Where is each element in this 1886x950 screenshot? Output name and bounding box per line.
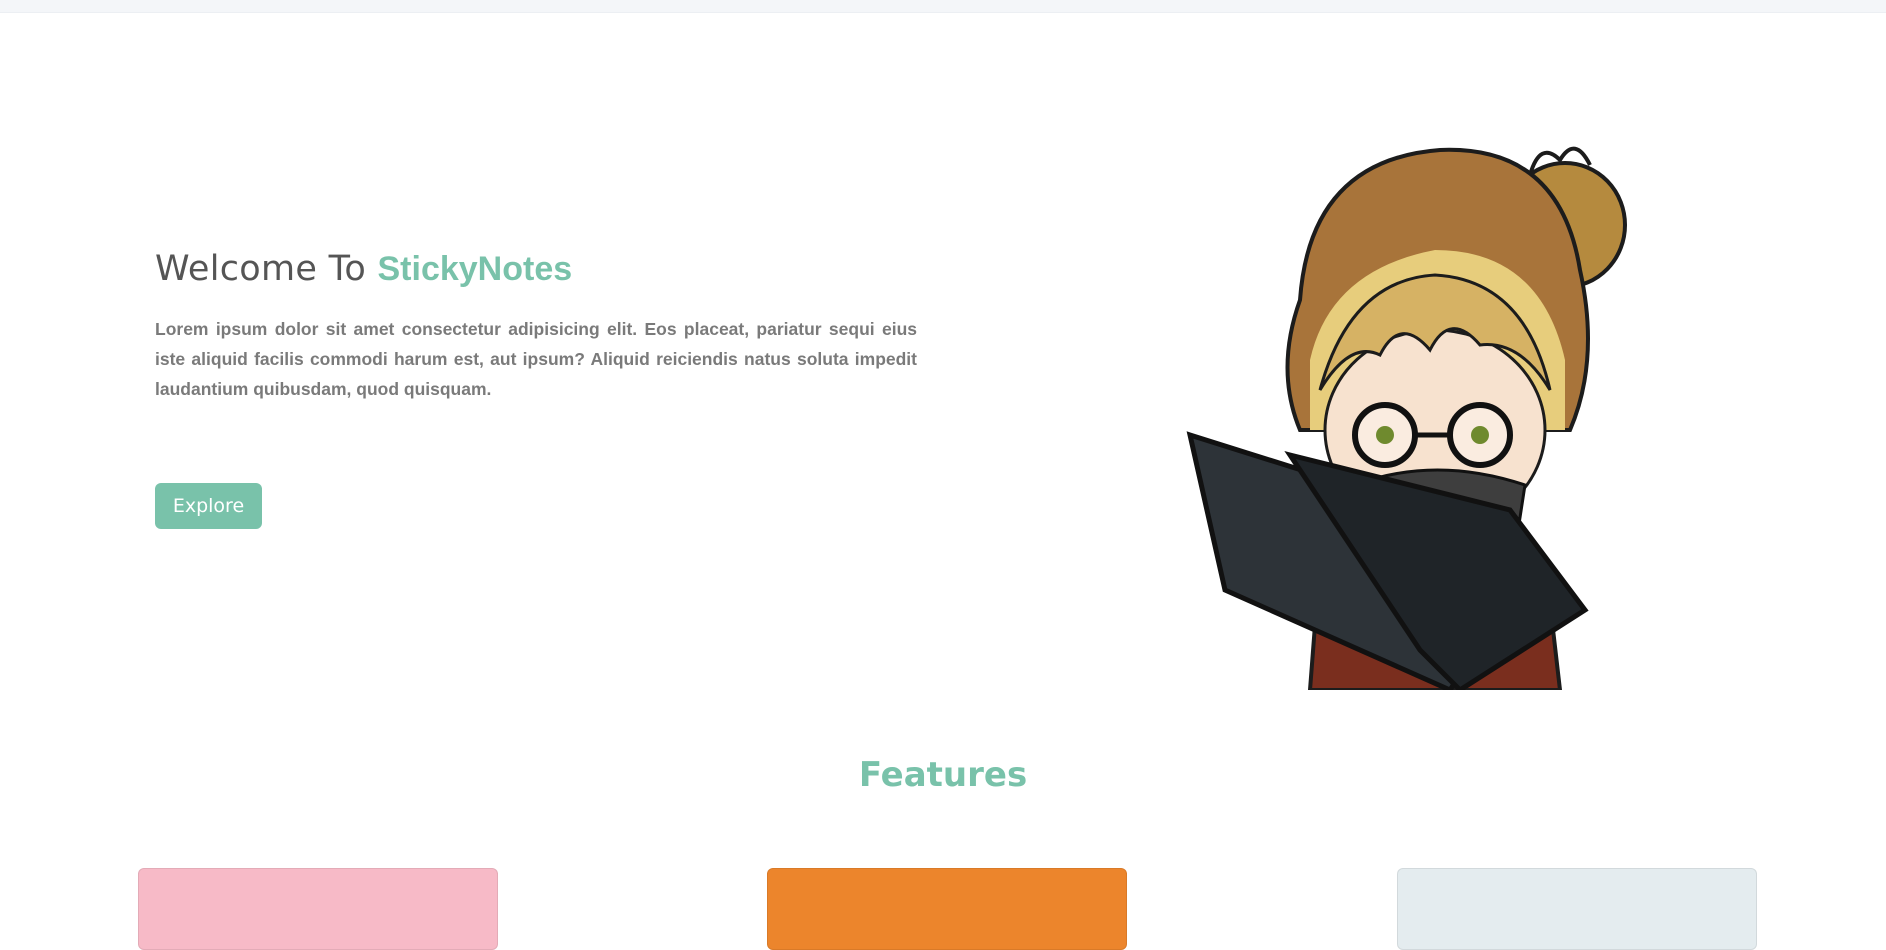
hero-title: Welcome To StickyNotes: [155, 249, 572, 289]
hero-section: Welcome To StickyNotes Lorem ipsum dolor…: [0, 12, 1886, 712]
girl-with-laptop-illustration: [1186, 146, 1627, 690]
feature-card-gray: [1397, 868, 1757, 950]
features-title: Features: [858, 755, 1028, 795]
hero-description: Lorem ipsum dolor sit amet consectetur a…: [155, 319, 917, 399]
hero-title-prefix: Welcome To: [155, 249, 378, 289]
feature-card-pink: [138, 868, 498, 950]
feature-card-orange: [767, 868, 1127, 950]
explore-button[interactable]: Explore: [155, 483, 262, 529]
brand-name: StickyNotes: [377, 250, 573, 288]
